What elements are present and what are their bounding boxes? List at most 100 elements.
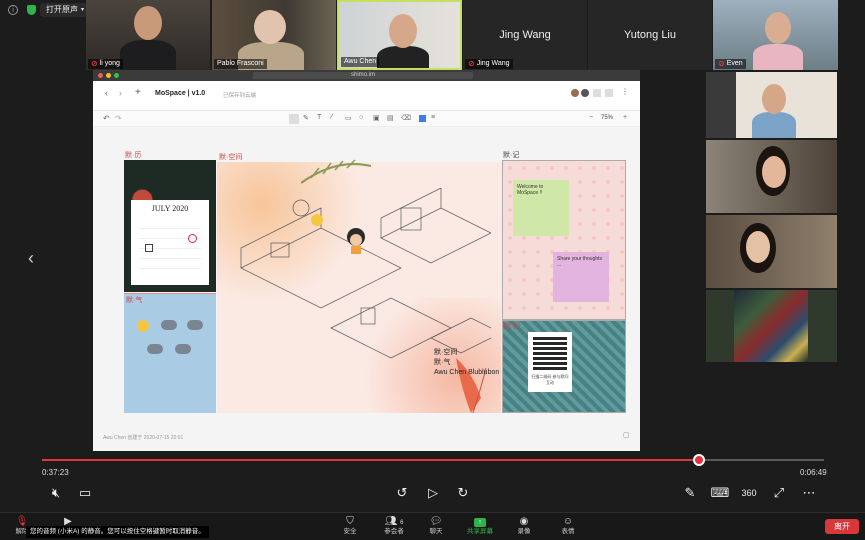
volume-mute-icon[interactable]: 🔇︎ [47, 485, 65, 501]
leave-meeting-button[interactable]: 离开 [825, 519, 859, 534]
tile-name-label: Pablo Frasconi [214, 59, 267, 69]
video-tile-right-2[interactable] [706, 140, 837, 213]
label-space: 默·空间 [219, 154, 243, 161]
shield-icon: ⛉ [346, 516, 354, 527]
sticky-note-welcome: Welcome to MoSpace !! [513, 180, 569, 236]
settings-icon [605, 89, 613, 97]
doc-info-icon: ▢ [623, 432, 630, 439]
more-icon: ⋮ [621, 87, 629, 96]
security-button[interactable]: ⛉ 安全 [330, 515, 370, 539]
doc-title: MoSpace | v1.0 [155, 90, 206, 97]
info-icon[interactable]: i [8, 5, 18, 15]
keyboard-icon[interactable]: ⌨ [711, 485, 730, 501]
label-qr: 默·问 [504, 323, 521, 330]
image-tool-icon: ▣ [373, 115, 380, 122]
video-tile-right-3[interactable] [706, 215, 837, 288]
video-tile-jing-wang[interactable]: Jing Wang ⊘ Jing Wang [463, 0, 587, 70]
calendar-title: JULY 2020 [151, 204, 189, 213]
rain-cloud-icon [147, 344, 163, 354]
doc-toolbar: ↶ ↷ ✎ T ⁄ ▭ ○ ▣ ▤ ⌫ ≡ − 75% + [93, 111, 640, 127]
audio-label: 打开原声 [46, 5, 78, 14]
participant-body [753, 44, 803, 70]
stroke-tool-icon: ≡ [431, 114, 436, 121]
eraser-tool-icon: ⌫ [401, 115, 411, 122]
doc-footer-text: Awu Chen 创建于 2020-07-15 22:01 [103, 435, 184, 441]
video-tile-right-4[interactable] [706, 290, 837, 362]
video-tile-even[interactable]: ⊘ Even [713, 0, 838, 70]
character-face [350, 234, 362, 246]
label-weather: 默·气 [126, 297, 143, 304]
forward-arrow-icon: › [119, 88, 122, 98]
rect-tool-icon: ▭ [345, 115, 352, 122]
fullscreen-icon[interactable]: ⤢ [770, 485, 788, 501]
video-tile-right-1[interactable] [706, 72, 837, 138]
sun-icon [137, 320, 149, 332]
participant-face [254, 10, 286, 44]
minimize-dot-icon [106, 73, 111, 78]
playback-progress-track[interactable] [42, 459, 824, 461]
total-time: 0:06:49 [800, 468, 827, 477]
label-notes: 默·记 [503, 152, 520, 159]
tile-name-label: ⊘ li yong [88, 59, 123, 69]
vr-360-icon[interactable]: 360 [740, 485, 758, 501]
cloud-sun-icon [161, 320, 177, 330]
tile-name-label: ⊘ Jing Wang [465, 59, 513, 69]
circle-tool-icon: ○ [359, 114, 364, 121]
canvas-caption: 默·空间 默·气 Awu Chen Blublubon [434, 349, 500, 376]
captions-icon[interactable]: ▭ [76, 485, 94, 501]
participant-body [377, 46, 429, 68]
line-tool-icon: ⁄ [331, 114, 333, 121]
storm-cloud-icon [175, 344, 191, 354]
character-body [351, 246, 361, 254]
zoom-level: 75% [601, 115, 614, 121]
qr-caption: 扫描二维码 参与默问互动 [531, 374, 569, 385]
smiley-icon: ☺ [562, 516, 574, 527]
close-dot-icon [98, 73, 103, 78]
calendar-marker-circle [188, 234, 197, 243]
redo-icon: ↷ [115, 114, 122, 123]
forward-30-icon[interactable]: ↻ [454, 485, 472, 501]
chevron-left-icon[interactable]: ‹ [28, 248, 42, 268]
video-tile-awu-chen[interactable]: Awu Chen [337, 0, 462, 70]
calendar-marker-square [145, 244, 153, 252]
share-screen-icon: ↑ [474, 515, 486, 528]
collaborator-avatar [571, 89, 579, 97]
playback-progress-thumb[interactable] [692, 454, 705, 466]
weather-panel [124, 293, 216, 413]
calendar-card: JULY 2020 [131, 200, 209, 285]
shared-screen: shimo.im ‹ › + MoSpace | v1.0 已保存到云端 ⋮ ↶… [93, 70, 640, 451]
browser-url: shimo.im [253, 72, 473, 79]
tile-name-label: ⊘ Even [715, 59, 746, 69]
annotate-pen-icon[interactable]: ✎ [681, 485, 699, 501]
current-time: 0:37:23 [42, 468, 69, 477]
zoom-in-icon: + [623, 114, 628, 121]
play-icon[interactable]: ▷ [424, 485, 442, 501]
participant-face [389, 14, 417, 48]
playback-progress-fill [42, 459, 699, 461]
qr-card: 扫描二维码 参与默问互动 [528, 332, 572, 392]
share-screen-button[interactable]: ↑ 共享屏幕 [460, 515, 500, 539]
reactions-button[interactable]: ☺ 表情 [548, 515, 588, 539]
participant-face [762, 84, 786, 114]
video-tile-pablo-frasconi[interactable]: Pablo Frasconi [212, 0, 336, 70]
participants-button[interactable]: 👥︎ 6 参会者 [374, 515, 414, 539]
encryption-shield-icon[interactable] [27, 5, 36, 15]
browser-bar: shimo.im [93, 70, 640, 81]
participants-icon: 👥︎ 6 [384, 516, 404, 527]
select-tool-icon [289, 114, 299, 124]
share-icon [593, 89, 601, 97]
chat-button[interactable]: 💬︎ 聊天 [416, 515, 456, 539]
add-icon: + [135, 87, 141, 98]
rewind-10-icon[interactable]: ↺ [393, 485, 411, 501]
doc-header: ‹ › + MoSpace | v1.0 已保存到云端 ⋮ [93, 81, 640, 111]
video-tile-yutong-liu[interactable]: Yutong Liu [588, 0, 712, 70]
doc-footer: Awu Chen 创建于 2020-07-15 22:01 ▢ [93, 428, 640, 451]
rain-cloud-icon [187, 320, 203, 330]
more-options-icon[interactable]: ⋯ [800, 485, 818, 501]
original-audio-toggle[interactable]: 打开原声 ▾ [40, 3, 91, 17]
participant-face [746, 231, 770, 263]
muted-mic-icon: ⊘ [91, 59, 98, 68]
whiteboard-canvas: 默·空间 默·气 Awu Chen Blublubon 默·历 默·空间 默·记… [121, 148, 628, 413]
video-tile-li-yong[interactable]: ⊘ li yong [86, 0, 210, 70]
record-button[interactable]: ◉ 录像 [504, 515, 544, 539]
